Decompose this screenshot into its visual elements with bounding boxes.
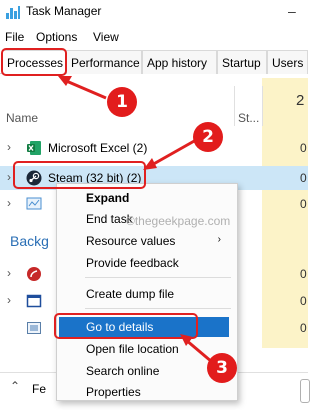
annotation-arrows xyxy=(58,76,213,364)
step-badge-1: 1 xyxy=(107,87,137,117)
step-badge-2: 2 xyxy=(193,122,223,152)
step-badge-3: 3 xyxy=(207,353,237,383)
